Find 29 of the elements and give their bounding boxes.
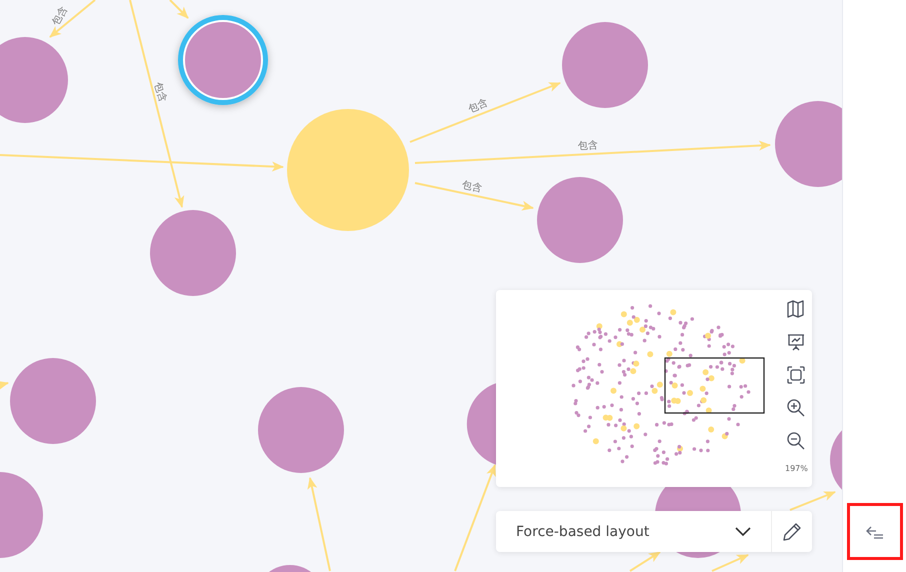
edge-label: 包含 bbox=[466, 97, 490, 116]
graph-node[interactable] bbox=[562, 22, 648, 108]
edge-arrow bbox=[49, 0, 96, 38]
pencil-icon bbox=[782, 522, 802, 542]
graph-node[interactable] bbox=[775, 101, 842, 187]
graph-node[interactable] bbox=[10, 358, 96, 444]
edge-arrow bbox=[629, 551, 661, 572]
zoom-level: 197% bbox=[785, 464, 808, 473]
edge-label: 包含 bbox=[578, 140, 598, 152]
graph-node[interactable] bbox=[0, 37, 68, 123]
chevron-down-icon bbox=[735, 526, 751, 536]
graph-node[interactable] bbox=[178, 15, 268, 105]
edge-arrow bbox=[0, 380, 9, 391]
edge-arrow bbox=[790, 491, 836, 511]
graph-node[interactable] bbox=[466, 383, 496, 465]
edge-label: 包含 bbox=[461, 180, 483, 195]
graph-node[interactable] bbox=[287, 109, 409, 231]
graph-canvas[interactable]: 包含 包含 包含 包含 包含 197% Force-based layout bbox=[0, 0, 843, 572]
collapse-panel-button[interactable] bbox=[847, 503, 903, 560]
edge-arrow bbox=[712, 554, 749, 572]
graph-node[interactable] bbox=[537, 177, 623, 263]
fit-screen-icon[interactable] bbox=[785, 364, 808, 385]
graph-node[interactable] bbox=[655, 487, 741, 558]
edge-label: 包含 bbox=[50, 4, 70, 28]
collapse-icon bbox=[866, 524, 884, 538]
graph-node[interactable] bbox=[258, 387, 344, 473]
edge-label: 包含 bbox=[151, 80, 168, 104]
graph-node[interactable] bbox=[150, 210, 236, 296]
graph-node[interactable] bbox=[0, 472, 43, 558]
